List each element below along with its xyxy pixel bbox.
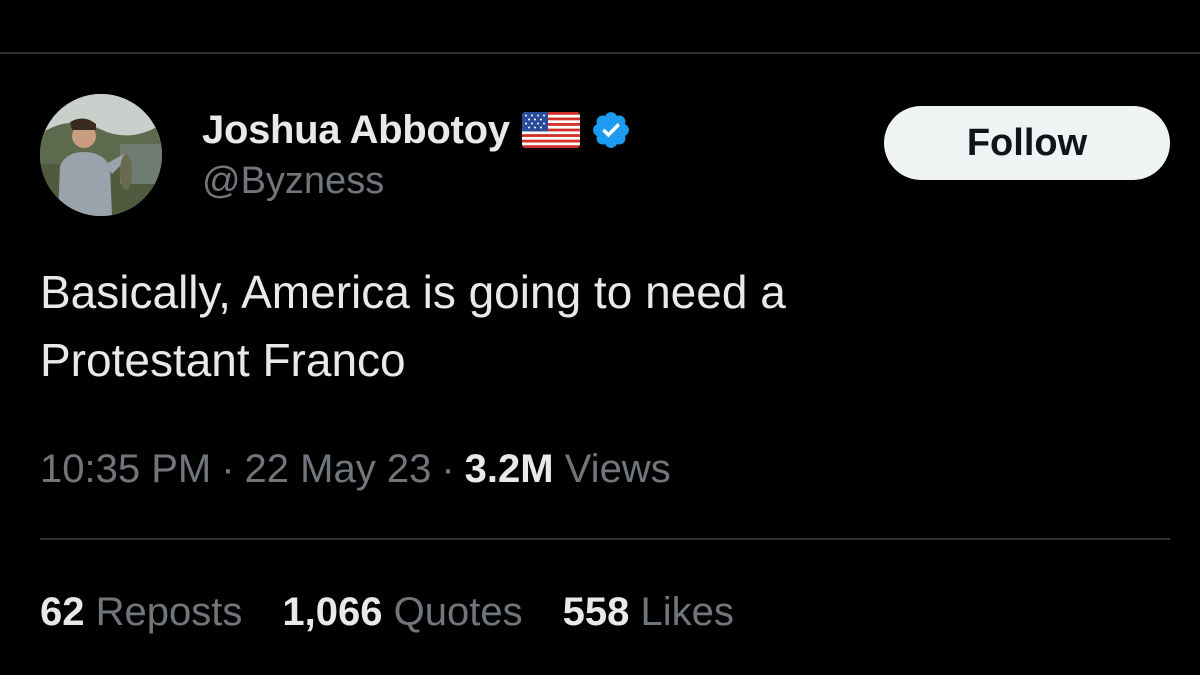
top-divider: [0, 52, 1200, 54]
likes-count: 558: [562, 590, 630, 634]
tweet: Joshua Abbotoy @Byzness Follow Basically…: [40, 92, 1170, 491]
tweet-date[interactable]: 22 May 23: [245, 447, 432, 491]
quotes-label: Quotes: [393, 590, 523, 634]
follow-button[interactable]: Follow: [884, 106, 1170, 180]
reposts-stat[interactable]: 62 Reposts: [40, 590, 242, 635]
name-row: Joshua Abbotoy: [202, 106, 632, 154]
reposts-count: 62: [40, 590, 85, 634]
display-name[interactable]: Joshua Abbotoy: [202, 108, 510, 153]
author-handle[interactable]: @Byzness: [202, 160, 632, 203]
tweet-header: Joshua Abbotoy @Byzness Follow: [40, 92, 1170, 218]
quotes-stat[interactable]: 1,066 Quotes: [282, 590, 522, 635]
tweet-meta: 10:35 PM · 22 May 23 · 3.2M Views: [40, 447, 671, 492]
meta-separator: ·: [221, 447, 235, 491]
likes-stat[interactable]: 558 Likes: [563, 590, 734, 635]
tweet-time[interactable]: 10:35 PM: [40, 447, 211, 491]
stats-divider: [40, 538, 1170, 540]
views-count: 3.2M: [464, 447, 554, 491]
avatar[interactable]: [40, 94, 162, 216]
engagement-stats: 62 Reposts 1,066 Quotes 558 Likes: [40, 590, 774, 635]
reposts-label: Reposts: [95, 590, 243, 634]
meta-separator: ·: [441, 447, 455, 491]
author-identity: Joshua Abbotoy @Byzness: [202, 106, 632, 203]
views-label: Views: [564, 447, 671, 491]
us-flag-icon: [521, 110, 580, 150]
tweet-text: Basically, America is going to need a Pr…: [40, 266, 786, 386]
avatar-image: [40, 94, 162, 216]
quotes-count: 1,066: [282, 590, 383, 634]
likes-label: Likes: [640, 590, 734, 634]
verified-badge-icon[interactable]: [590, 109, 632, 151]
